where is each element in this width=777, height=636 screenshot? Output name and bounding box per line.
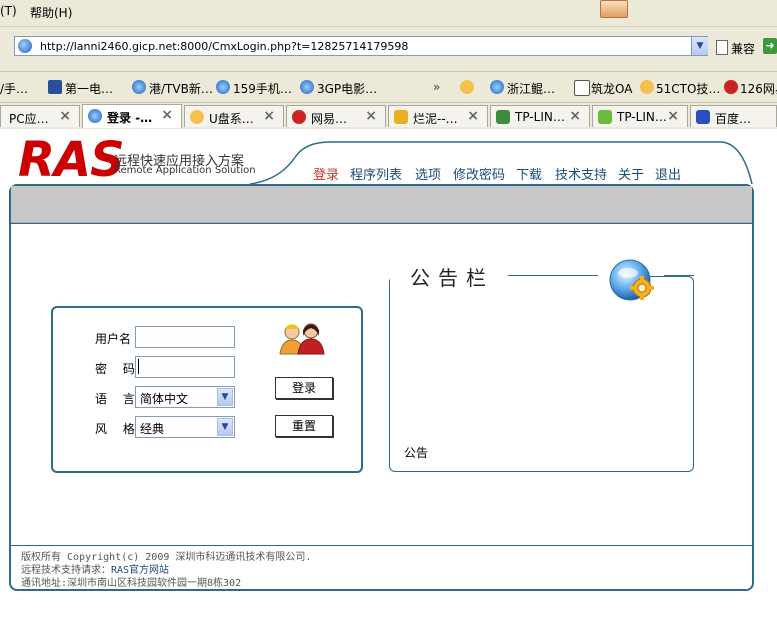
netease-icon bbox=[724, 80, 738, 94]
netease-icon bbox=[292, 110, 306, 124]
fav-item[interactable]: 126网易 bbox=[740, 80, 777, 97]
address-url: http://lanni2460.gicp.net:8000/CmxLogin.… bbox=[40, 40, 409, 53]
ie-page-icon bbox=[132, 80, 146, 94]
menu-tools[interactable]: (T) bbox=[0, 4, 17, 18]
chevron-down-icon[interactable]: ▼ bbox=[217, 388, 233, 406]
ras-logo: RAS bbox=[18, 132, 125, 188]
reset-button[interactable]: 重置 bbox=[275, 415, 333, 437]
fav-item[interactable]: 港/TVB新… bbox=[149, 80, 213, 97]
nav-change-password[interactable]: 修改密码 bbox=[453, 164, 505, 183]
browser-menubar: (T) 帮助(H) bbox=[0, 0, 777, 27]
ie-page-icon bbox=[18, 39, 32, 53]
style-value: 经典 bbox=[140, 422, 165, 436]
divider bbox=[11, 545, 752, 546]
tab-label: 网易… bbox=[311, 112, 348, 126]
fav-item[interactable]: 3GP电影… bbox=[317, 80, 377, 97]
close-icon[interactable]: × bbox=[667, 108, 679, 124]
footer-address: 通讯地址:深圳市南山区科技园软件园一期8栋302 bbox=[21, 578, 242, 589]
password-label: 密 码 bbox=[95, 362, 141, 376]
tab[interactable]: TP-LIN… × bbox=[592, 105, 688, 127]
address-dropdown-icon[interactable]: ▼ bbox=[691, 37, 708, 55]
compat-page-icon bbox=[716, 40, 728, 55]
nav-program-list[interactable]: 程序列表 bbox=[350, 164, 402, 183]
tab-label: 百度… bbox=[715, 112, 752, 126]
tab-active[interactable]: 登录 -… × bbox=[82, 104, 182, 128]
tab[interactable]: 网易… × bbox=[286, 105, 386, 127]
tplink-icon bbox=[496, 110, 510, 124]
ie-page-icon bbox=[88, 109, 102, 123]
login-button[interactable]: 登录 bbox=[275, 377, 333, 399]
close-icon[interactable]: × bbox=[59, 108, 71, 124]
chevron-down-icon[interactable]: ▼ bbox=[217, 418, 233, 436]
tab-label: U盘系… bbox=[209, 112, 254, 126]
text-cursor bbox=[138, 359, 139, 374]
fav-item[interactable]: /手… bbox=[0, 80, 28, 97]
language-value: 简体中文 bbox=[140, 392, 189, 406]
brand-en: Remote Application Solution bbox=[114, 165, 256, 176]
baidu-paw-icon bbox=[696, 110, 710, 124]
tab[interactable]: TP-LIN… × bbox=[490, 105, 590, 127]
nav-download[interactable]: 下载 bbox=[516, 164, 542, 183]
bulb-icon bbox=[640, 80, 654, 94]
password-input[interactable] bbox=[135, 356, 235, 378]
compat-button[interactable]: 兼容 bbox=[731, 40, 755, 57]
tab-label: TP-LIN… bbox=[515, 110, 565, 124]
divider bbox=[508, 275, 598, 276]
close-icon[interactable]: × bbox=[263, 108, 275, 124]
style-label: 风 格 bbox=[95, 422, 141, 436]
username-label: 用户名 bbox=[95, 332, 132, 346]
tab-label: PC应… bbox=[9, 112, 49, 126]
nav-login[interactable]: 登录 bbox=[313, 164, 339, 183]
username-input[interactable] bbox=[135, 326, 235, 348]
language-select[interactable]: 简体中文 ▼ bbox=[135, 386, 235, 408]
users-icon bbox=[279, 323, 325, 355]
language-label: 语 言 bbox=[95, 392, 141, 406]
fav-item[interactable]: 159手机… bbox=[233, 80, 292, 97]
tab-label: 烂泥--… bbox=[413, 112, 458, 126]
style-select[interactable]: 经典 ▼ bbox=[135, 416, 235, 438]
tab-label: TP-LIN… bbox=[617, 110, 667, 124]
fav-more-icon[interactable]: » bbox=[433, 80, 440, 94]
menu-help[interactable]: 帮助(H) bbox=[30, 4, 72, 21]
ie-page-icon bbox=[490, 80, 504, 94]
close-icon[interactable]: × bbox=[161, 107, 173, 123]
nav-support[interactable]: 技术支持 bbox=[555, 164, 607, 183]
fav-item[interactable]: 第一电… bbox=[65, 80, 113, 97]
tab[interactable]: U盘系… × bbox=[184, 105, 284, 127]
tab[interactable]: 百度… bbox=[690, 105, 777, 127]
close-icon[interactable]: × bbox=[569, 108, 581, 124]
tab-label: 登录 -… bbox=[107, 111, 153, 125]
tab[interactable]: PC应… × bbox=[0, 105, 80, 127]
nav-logout[interactable]: 退出 bbox=[655, 164, 681, 183]
fav-item[interactable]: 筑龙OA bbox=[591, 80, 632, 97]
ie-page-icon bbox=[216, 80, 230, 94]
notice-panel bbox=[389, 276, 694, 472]
browser-logo-icon bbox=[600, 0, 628, 18]
ie-page-icon bbox=[300, 80, 314, 94]
tab[interactable]: 烂泥--… × bbox=[388, 105, 488, 127]
divider bbox=[11, 223, 752, 224]
fav-site-icon bbox=[48, 80, 62, 94]
nav-options[interactable]: 选项 bbox=[415, 164, 441, 183]
notice-text: 公告 bbox=[404, 446, 429, 460]
tplink-icon bbox=[598, 110, 612, 124]
notice-title: 公告栏 bbox=[408, 262, 496, 291]
bulb-icon bbox=[190, 110, 204, 124]
handshake-icon[interactable] bbox=[460, 80, 474, 94]
globe-gear-icon bbox=[609, 259, 654, 301]
go-arrow-icon[interactable]: ➜ bbox=[763, 38, 777, 54]
nav-about[interactable]: 关于 bbox=[618, 164, 644, 183]
header-band bbox=[11, 186, 752, 223]
star-icon bbox=[394, 110, 408, 124]
cbi-site-icon bbox=[574, 80, 590, 96]
fav-item[interactable]: 浙江鲲… bbox=[507, 80, 555, 97]
fav-item[interactable]: 51CTO技… bbox=[656, 80, 720, 97]
close-icon[interactable]: × bbox=[467, 108, 479, 124]
close-icon[interactable]: × bbox=[365, 108, 377, 124]
divider bbox=[664, 275, 694, 276]
